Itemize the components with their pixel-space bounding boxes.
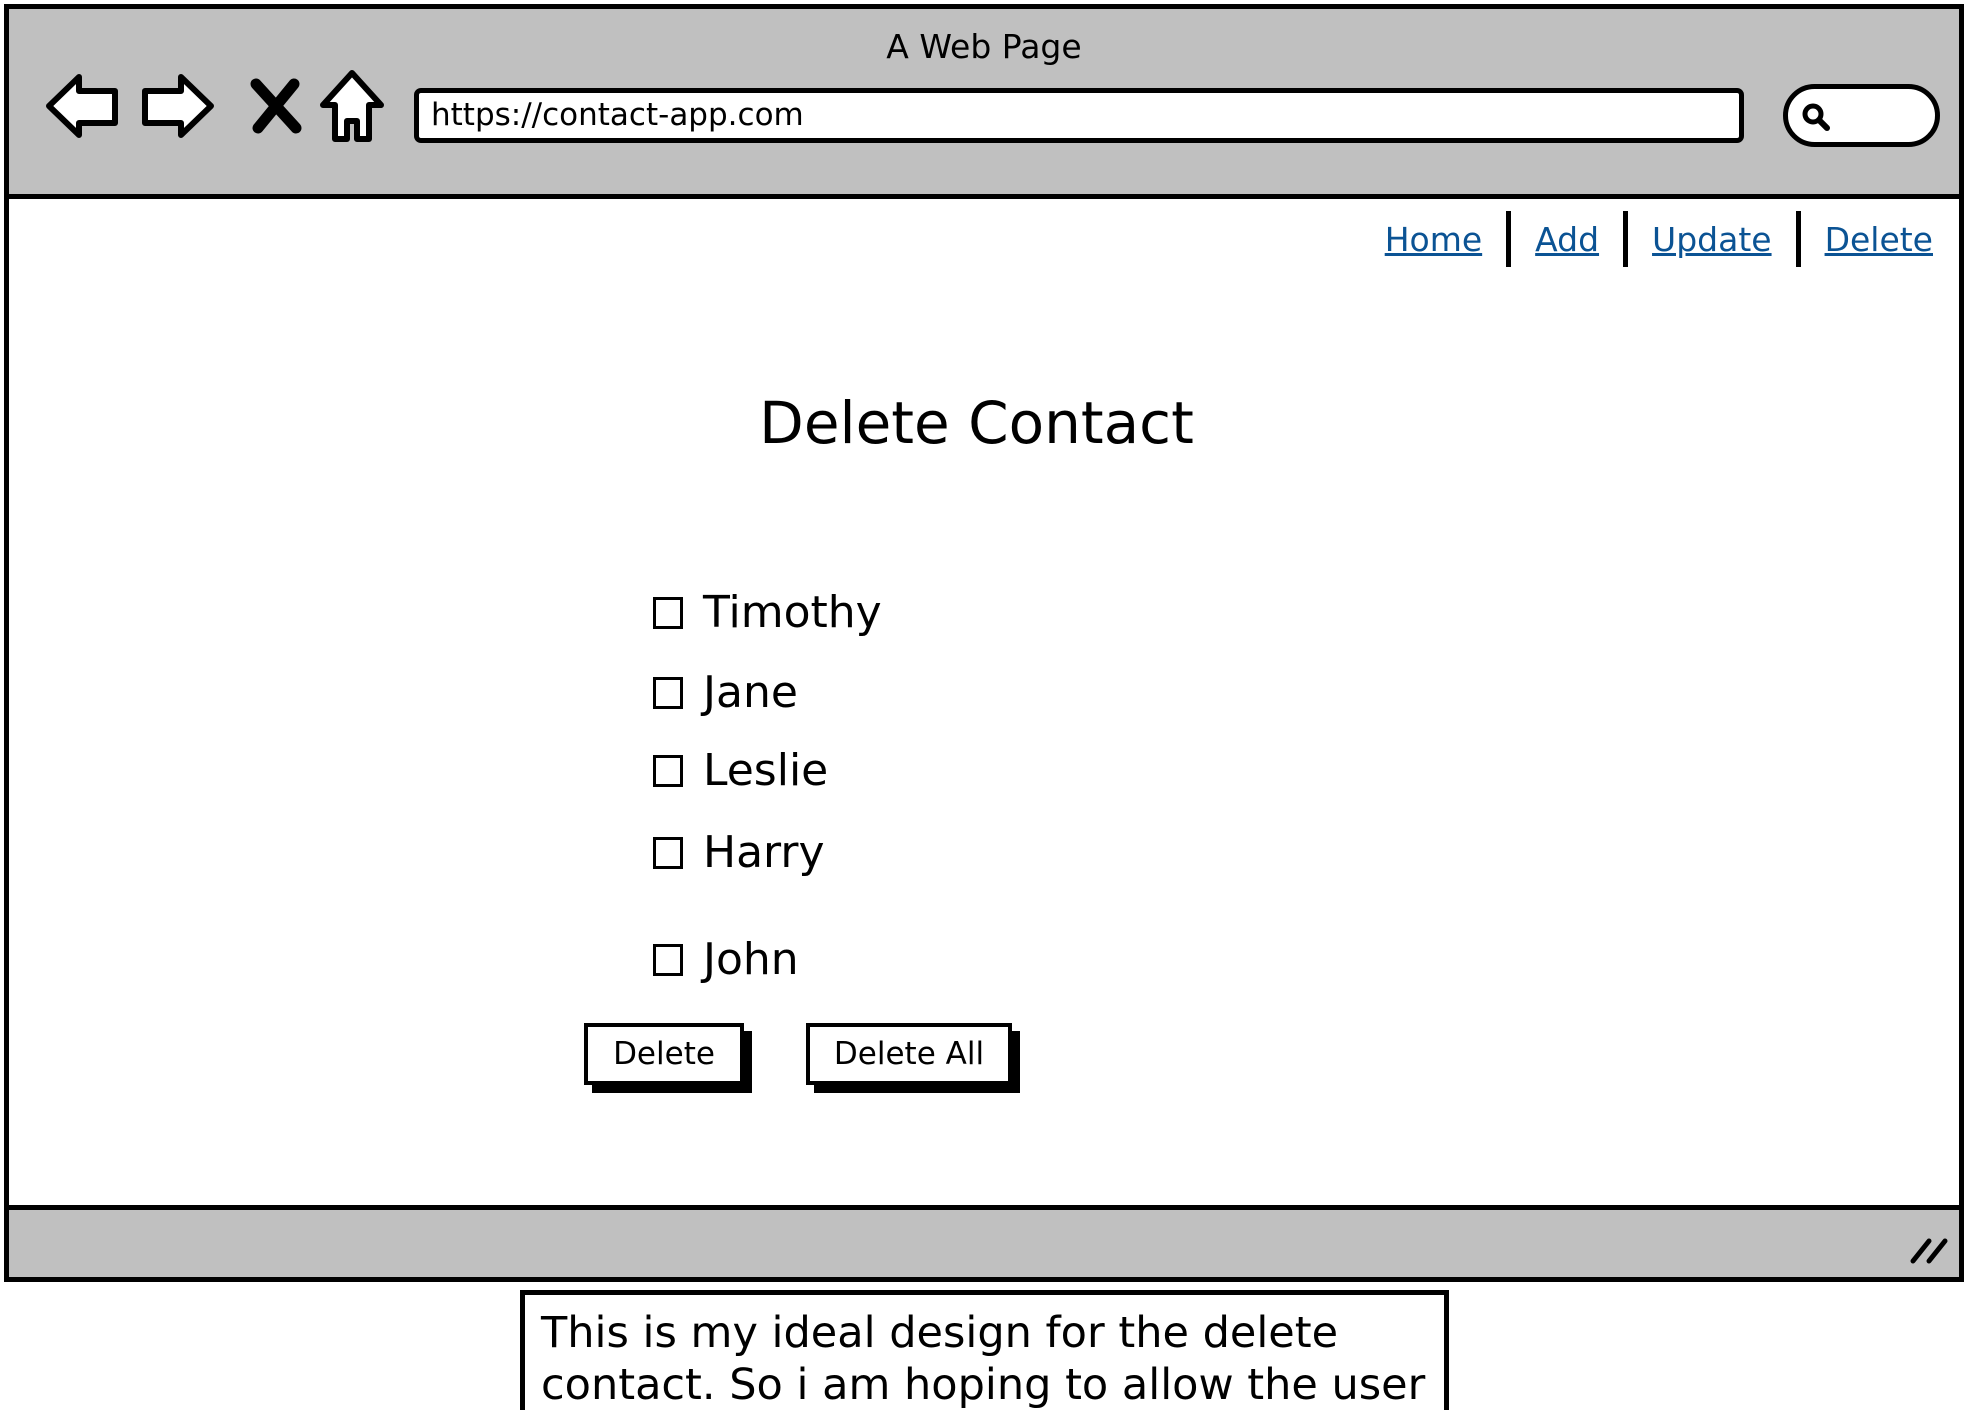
annotation-note: This is my ideal design for the delete c… <box>520 1290 1449 1410</box>
nav-divider <box>1506 211 1512 267</box>
contact-name: Jane <box>703 667 798 718</box>
top-nav: Home Add Update Delete <box>1385 211 1933 267</box>
stop-button[interactable] <box>235 65 317 147</box>
back-icon <box>46 74 118 138</box>
resize-grip-icon[interactable] <box>1909 1233 1951 1265</box>
delete-button[interactable]: Delete <box>584 1023 744 1085</box>
contact-checkbox[interactable] <box>653 754 683 787</box>
contact-checkbox[interactable] <box>653 596 683 629</box>
nav-link-update[interactable]: Update <box>1652 220 1772 259</box>
contact-item: Jane <box>653 667 798 718</box>
home-button[interactable] <box>311 65 393 147</box>
nav-divider <box>1623 211 1629 267</box>
contact-item: Leslie <box>653 745 828 796</box>
page-title: Delete Contact <box>759 389 1194 457</box>
stop-icon <box>250 78 302 134</box>
window-title: A Web Page <box>886 27 1082 66</box>
nav-link-delete[interactable]: Delete <box>1825 220 1933 259</box>
contact-item: Harry <box>653 827 825 878</box>
contact-checkbox[interactable] <box>653 943 683 976</box>
browser-toolbar: A Web Page https://contact-app.com <box>9 9 1959 199</box>
home-icon <box>320 70 384 142</box>
nav-divider <box>1795 211 1801 267</box>
contact-checkbox[interactable] <box>653 836 683 869</box>
browser-window: A Web Page https://contact-app.com Home … <box>4 4 1964 1282</box>
nav-link-add[interactable]: Add <box>1535 220 1599 259</box>
back-button[interactable] <box>41 65 123 147</box>
delete-all-button[interactable]: Delete All <box>806 1023 1012 1085</box>
browser-search-field[interactable] <box>1783 84 1940 147</box>
address-bar[interactable]: https://contact-app.com <box>414 88 1744 143</box>
contact-name: Harry <box>703 827 825 878</box>
contact-item: John <box>653 934 799 985</box>
contact-checkbox[interactable] <box>653 676 683 709</box>
search-icon <box>1802 103 1830 131</box>
status-bar <box>9 1205 1959 1277</box>
nav-link-home[interactable]: Home <box>1385 220 1482 259</box>
contact-item: Timothy <box>653 587 882 638</box>
forward-button[interactable] <box>137 65 219 147</box>
contact-name: Leslie <box>703 745 829 796</box>
contact-name: John <box>703 934 799 985</box>
forward-icon <box>142 74 214 138</box>
contact-name: Timothy <box>703 587 882 638</box>
